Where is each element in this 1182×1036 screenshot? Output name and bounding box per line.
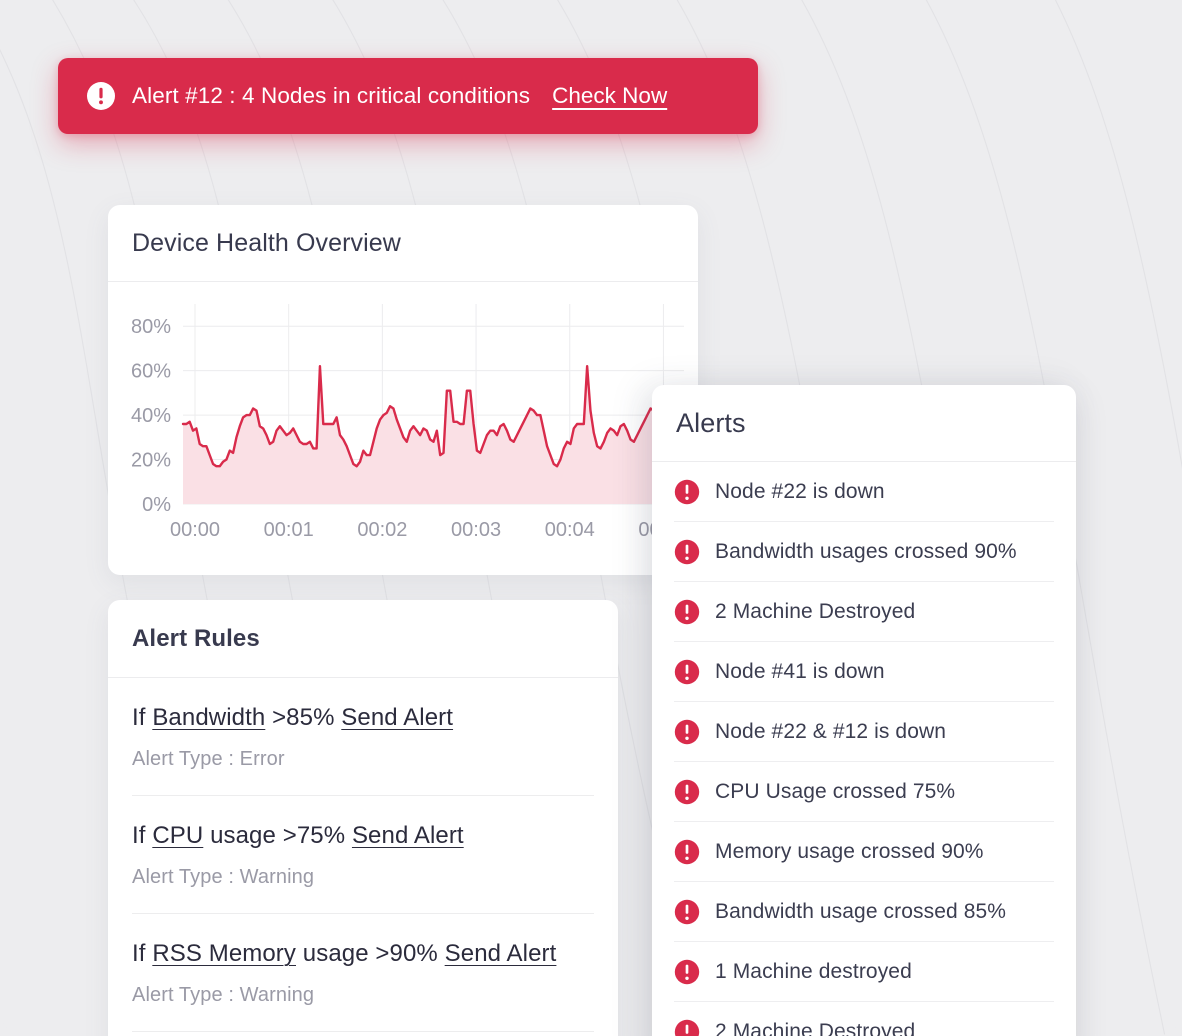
chart-y-tick: 40% (131, 405, 171, 427)
rule-action-link[interactable]: Send Alert (445, 940, 557, 967)
alert-circle-icon (674, 1019, 700, 1036)
alert-list-item[interactable]: 2 Machine Destroyed (674, 1002, 1054, 1036)
alert-rule-expression: If CPU usage >75% Send Alert (132, 822, 594, 850)
alerts-panel: Alerts Node #22 is down Bandwidth usages … (652, 385, 1076, 1036)
rule-action-link[interactable]: Send Alert (341, 704, 453, 731)
rule-metric-link[interactable]: Bandwidth (152, 704, 265, 731)
rule-metric-link[interactable]: CPU (152, 822, 203, 849)
chart-x-tick: 00:00 (170, 519, 220, 541)
alert-item-label: 2 Machine Destroyed (715, 599, 916, 623)
alert-item-label: Bandwidth usages crossed 90% (715, 539, 1017, 563)
alert-rules-list: If Bandwidth >85% Send Alert Alert Type :… (108, 678, 618, 1032)
alert-circle-icon (674, 659, 700, 684)
alert-rule-item: If RSS Memory usage >90% Send Alert Alert… (132, 914, 594, 1032)
alert-item-label: Bandwidth usage crossed 85% (715, 899, 1007, 923)
alert-list-item[interactable]: Node #22 is down (674, 462, 1054, 522)
alert-rules-title: Alert Rules (132, 624, 260, 652)
alert-item-label: Node #22 & #12 is down (715, 719, 947, 743)
chart-y-tick: 20% (131, 450, 171, 472)
alert-item-label: Node #22 is down (715, 479, 885, 503)
alert-circle-icon (87, 82, 115, 110)
alert-rules-card: Alert Rules If Bandwidth >85% Send Alert… (108, 600, 618, 1036)
rule-prefix: If (132, 822, 153, 849)
alert-list-item[interactable]: Bandwidth usage crossed 85% (674, 882, 1054, 942)
alert-item-label: Memory usage crossed 90% (715, 839, 984, 863)
alert-list-item[interactable]: 1 Machine destroyed (674, 942, 1054, 1002)
chart-y-tick: 60% (131, 361, 171, 383)
chart-x-tick: 00:04 (545, 519, 595, 541)
alerts-list: Node #22 is down Bandwidth usages crossed… (652, 462, 1076, 1036)
alerts-title: Alerts (676, 407, 746, 438)
device-health-header: Device Health Overview (108, 205, 698, 282)
rule-prefix: If (132, 704, 153, 731)
alert-rule-item: If CPU usage >75% Send Alert Alert Type :… (132, 796, 594, 914)
alert-rule-type: Alert Type : Warning (132, 984, 315, 1006)
rule-condition: usage >90% (296, 940, 445, 967)
critical-alert-banner[interactable]: Alert #12 : 4 Nodes in critical conditio… (58, 58, 758, 134)
chart-x-tick: 00:03 (451, 519, 501, 541)
alert-circle-icon (674, 719, 700, 744)
chart-y-tick: 80% (131, 316, 171, 338)
alert-rule-type: Alert Type : Error (132, 748, 285, 770)
alert-rule-item: If Bandwidth >85% Send Alert Alert Type :… (132, 678, 594, 796)
app-window: Alert #12 : 4 Nodes in critical conditio… (0, 0, 1182, 1036)
health-area-chart[interactable]: 0% 20% 40% 60% 80% 00:00 00:01 00:02 00:03 00:04… (108, 282, 698, 575)
alert-item-label: 2 Machine Destroyed (715, 1019, 916, 1036)
alert-rule-type: Alert Type : Warning (132, 866, 315, 888)
rule-action-link[interactable]: Send Alert (352, 822, 464, 849)
alert-rules-header: Alert Rules (108, 600, 618, 678)
alert-list-item[interactable]: 2 Machine Destroyed (674, 582, 1054, 642)
rule-condition: usage >75% (203, 822, 352, 849)
alert-circle-icon (674, 779, 700, 804)
device-health-chart[interactable]: 0% 20% 40% 60% 80% 00:00 00:01 00:02 00:03 00:04… (108, 282, 698, 575)
alert-item-label: 1 Machine destroyed (715, 959, 912, 983)
alert-circle-icon (674, 539, 700, 564)
page-title: Device Health Overview (132, 228, 401, 257)
alert-item-label: Node #41 is down (715, 659, 885, 683)
alert-rule-expression: If RSS Memory usage >90% Send Alert (132, 940, 594, 968)
alert-list-item[interactable]: Node #22 & #12 is down (674, 702, 1054, 762)
alert-circle-icon (674, 839, 700, 864)
chart-x-tick: 00:02 (357, 519, 407, 541)
chart-area-fill (183, 366, 684, 504)
rule-prefix: If (132, 940, 153, 967)
check-now-link[interactable]: Check Now (552, 83, 667, 109)
alert-list-item[interactable]: CPU Usage crossed 75% (674, 762, 1054, 822)
alert-circle-icon (674, 479, 700, 504)
alert-rule-expression: If Bandwidth >85% Send Alert (132, 704, 594, 732)
chart-x-axis-labels: 00:0000:0100:0200:0300:0400:05 (170, 519, 688, 541)
alert-item-label: CPU Usage crossed 75% (715, 779, 956, 803)
alert-circle-icon (674, 959, 700, 984)
chart-y-axis-labels: 0% 20% 40% 60% 80% (131, 316, 171, 516)
alert-list-item[interactable]: Memory usage crossed 90% (674, 822, 1054, 882)
chart-x-tick: 00:01 (264, 519, 314, 541)
banner-message: Alert #12 : 4 Nodes in critical conditio… (132, 83, 531, 108)
rule-condition: >85% (265, 704, 342, 731)
alert-circle-icon (674, 599, 700, 624)
alert-list-item[interactable]: Bandwidth usages crossed 90% (674, 522, 1054, 582)
alerts-header: Alerts (652, 385, 1076, 462)
alert-circle-icon (674, 899, 700, 924)
device-health-card: Device Health Overview 0% 20% 40% 60% 80% 00… (108, 205, 698, 575)
rule-metric-link[interactable]: RSS Memory (152, 940, 296, 967)
chart-y-tick: 0% (142, 494, 171, 516)
alert-list-item[interactable]: Node #41 is down (674, 642, 1054, 702)
